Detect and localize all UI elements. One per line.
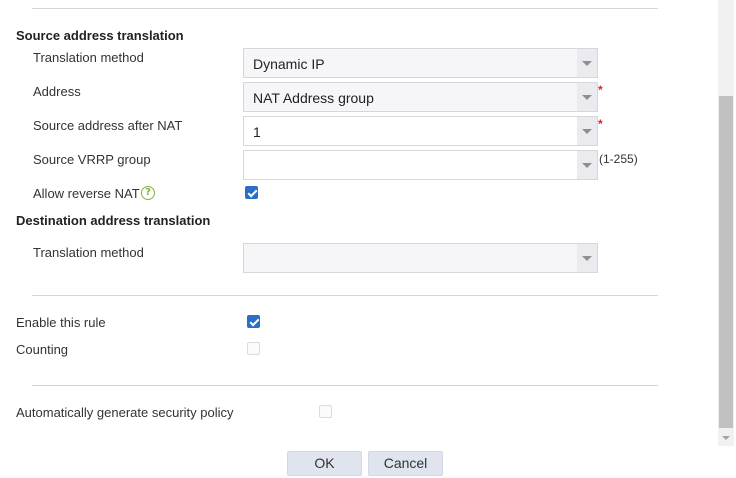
ok-button[interactable]: OK xyxy=(287,451,362,476)
scroll-down-arrow-icon[interactable] xyxy=(722,436,730,440)
auto-generate-policy-label: Automatically generate security policy xyxy=(16,405,234,420)
counting-checkbox[interactable] xyxy=(247,342,260,355)
lower-divider xyxy=(32,385,658,386)
enable-rule-label: Enable this rule xyxy=(16,315,106,330)
scrollbar-thumb[interactable] xyxy=(719,96,733,428)
chevron-down-icon xyxy=(582,129,592,134)
help-icon[interactable]: ? xyxy=(141,186,155,200)
translation-method-dropdown-button[interactable] xyxy=(577,49,597,77)
vrrp-group-range-hint: (1-255) xyxy=(599,152,638,166)
translation-method-select[interactable]: Dynamic IP xyxy=(243,48,598,78)
address-required-mark: * xyxy=(598,83,603,97)
dest-translation-method-label: Translation method xyxy=(33,245,144,260)
destination-translation-heading: Destination address translation xyxy=(16,213,211,228)
enable-rule-checkbox[interactable] xyxy=(247,315,260,328)
source-after-nat-label: Source address after NAT xyxy=(33,118,183,133)
vrrp-group-select[interactable] xyxy=(243,150,598,180)
dest-translation-method-select[interactable] xyxy=(243,243,598,273)
vrrp-group-dropdown-button[interactable] xyxy=(577,151,597,179)
translation-method-label: Translation method xyxy=(33,50,144,65)
auto-generate-policy-checkbox[interactable] xyxy=(319,405,332,418)
address-dropdown-button[interactable] xyxy=(577,83,597,111)
dest-translation-method-dropdown-button[interactable] xyxy=(577,244,597,272)
chevron-down-icon xyxy=(582,163,592,168)
vrrp-group-label: Source VRRP group xyxy=(33,152,151,167)
allow-reverse-nat-checkbox[interactable] xyxy=(245,186,258,199)
address-label: Address xyxy=(33,84,81,99)
chevron-down-icon xyxy=(582,61,592,66)
counting-label: Counting xyxy=(16,342,69,357)
address-value: NAT Address group xyxy=(253,90,374,106)
source-after-nat-select[interactable]: 1 xyxy=(243,116,598,146)
source-after-nat-value: 1 xyxy=(253,124,261,140)
source-translation-heading: Source address translation xyxy=(16,28,184,43)
source-after-nat-required-mark: * xyxy=(598,117,603,131)
chevron-down-icon xyxy=(582,256,592,261)
source-after-nat-dropdown-button[interactable] xyxy=(577,117,597,145)
address-select[interactable]: NAT Address group xyxy=(243,82,598,112)
translation-method-value: Dynamic IP xyxy=(253,56,325,72)
middle-divider xyxy=(32,295,658,296)
allow-reverse-nat-label: Allow reverse NAT xyxy=(33,186,140,201)
top-divider xyxy=(32,8,658,9)
vertical-scrollbar[interactable] xyxy=(718,0,734,446)
cancel-button[interactable]: Cancel xyxy=(368,451,443,476)
chevron-down-icon xyxy=(582,95,592,100)
